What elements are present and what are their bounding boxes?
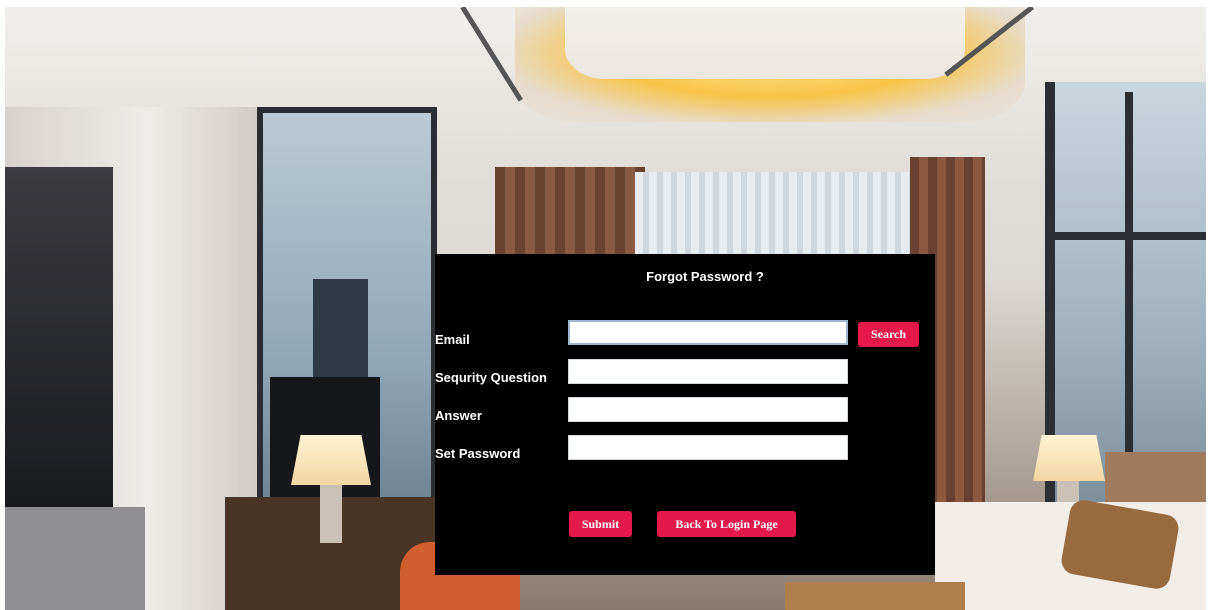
- forgot-password-panel: Forgot Password ? Email Search Sequrity …: [435, 254, 935, 575]
- back-to-login-button[interactable]: Back To Login Page: [657, 511, 796, 537]
- bathtub: [5, 507, 145, 610]
- security-question-label: Sequrity Question: [435, 370, 547, 385]
- email-label: Email: [435, 332, 470, 347]
- dialog-title: Forgot Password ?: [646, 269, 764, 284]
- bed-runner: [785, 582, 965, 610]
- search-button[interactable]: Search: [858, 322, 919, 347]
- wall-artwork: [5, 167, 113, 517]
- lamp-shade: [291, 435, 371, 485]
- answer-label: Answer: [435, 408, 482, 423]
- set-password-input[interactable]: [568, 435, 848, 460]
- email-input[interactable]: [568, 320, 848, 345]
- ceiling-recess: [565, 7, 965, 79]
- submit-button[interactable]: Submit: [569, 511, 632, 537]
- security-question-input[interactable]: [568, 359, 848, 384]
- set-password-label: Set Password: [435, 446, 521, 461]
- window-frame: [1045, 232, 1206, 240]
- lamp-base: [320, 485, 342, 543]
- window-frame: [1125, 92, 1133, 512]
- answer-input[interactable]: [568, 397, 848, 422]
- lamp-shade: [1033, 435, 1105, 481]
